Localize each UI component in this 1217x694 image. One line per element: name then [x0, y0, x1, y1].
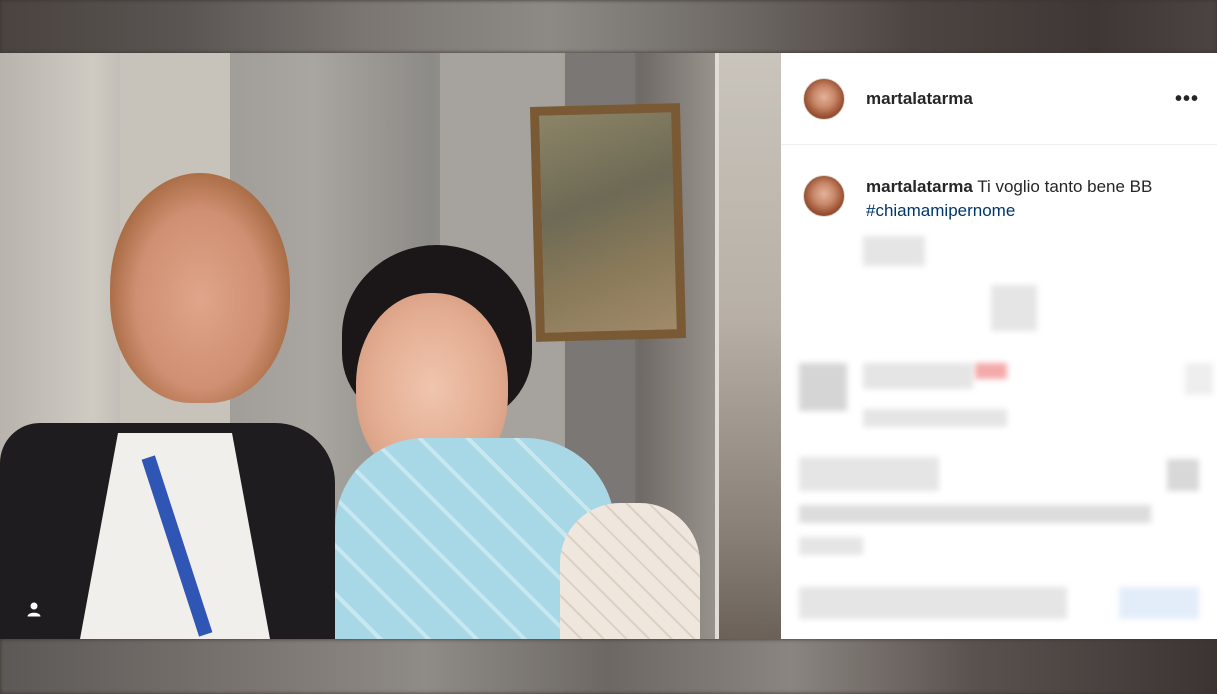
redacted-block — [799, 537, 863, 555]
caption-text: martalatarma Ti voglio tanto bene BB #ch… — [866, 175, 1152, 223]
avatar[interactable] — [803, 77, 845, 120]
user-tag-icon[interactable] — [18, 593, 50, 625]
redacted-block — [1119, 587, 1199, 619]
caption-body: Ti voglio tanto bene BB — [972, 177, 1153, 196]
redacted-block — [863, 409, 1007, 427]
person-right-sleeve — [560, 503, 700, 639]
post-side-panel: martalatarma ••• martalatarma Ti voglio … — [781, 53, 1217, 639]
redacted-block — [799, 587, 1067, 619]
redacted-block — [863, 363, 973, 389]
post-header: martalatarma ••• — [781, 53, 1217, 145]
post-photo[interactable] — [0, 53, 781, 639]
caption-avatar[interactable] — [803, 175, 845, 217]
redacted-block — [799, 505, 1151, 523]
redacted-block — [799, 457, 939, 491]
caption-hashtag[interactable]: #chiamamipernome — [866, 201, 1015, 220]
redacted-block — [991, 285, 1037, 331]
more-options-icon[interactable]: ••• — [1175, 89, 1199, 109]
painting — [529, 103, 687, 342]
caption: martalatarma Ti voglio tanto bene BB #ch… — [781, 145, 1217, 223]
redacted-block — [863, 236, 925, 266]
redacted-block — [1167, 459, 1199, 491]
blurred-backdrop-top — [0, 0, 1217, 53]
blurred-backdrop-bottom — [0, 639, 1217, 694]
username[interactable]: martalatarma — [866, 89, 973, 109]
doorway — [715, 53, 781, 639]
redacted-block — [1185, 363, 1213, 395]
redacted-block — [799, 363, 847, 411]
redacted-block — [975, 363, 1007, 379]
person-left-face — [110, 173, 290, 403]
caption-username[interactable]: martalatarma — [866, 177, 973, 196]
